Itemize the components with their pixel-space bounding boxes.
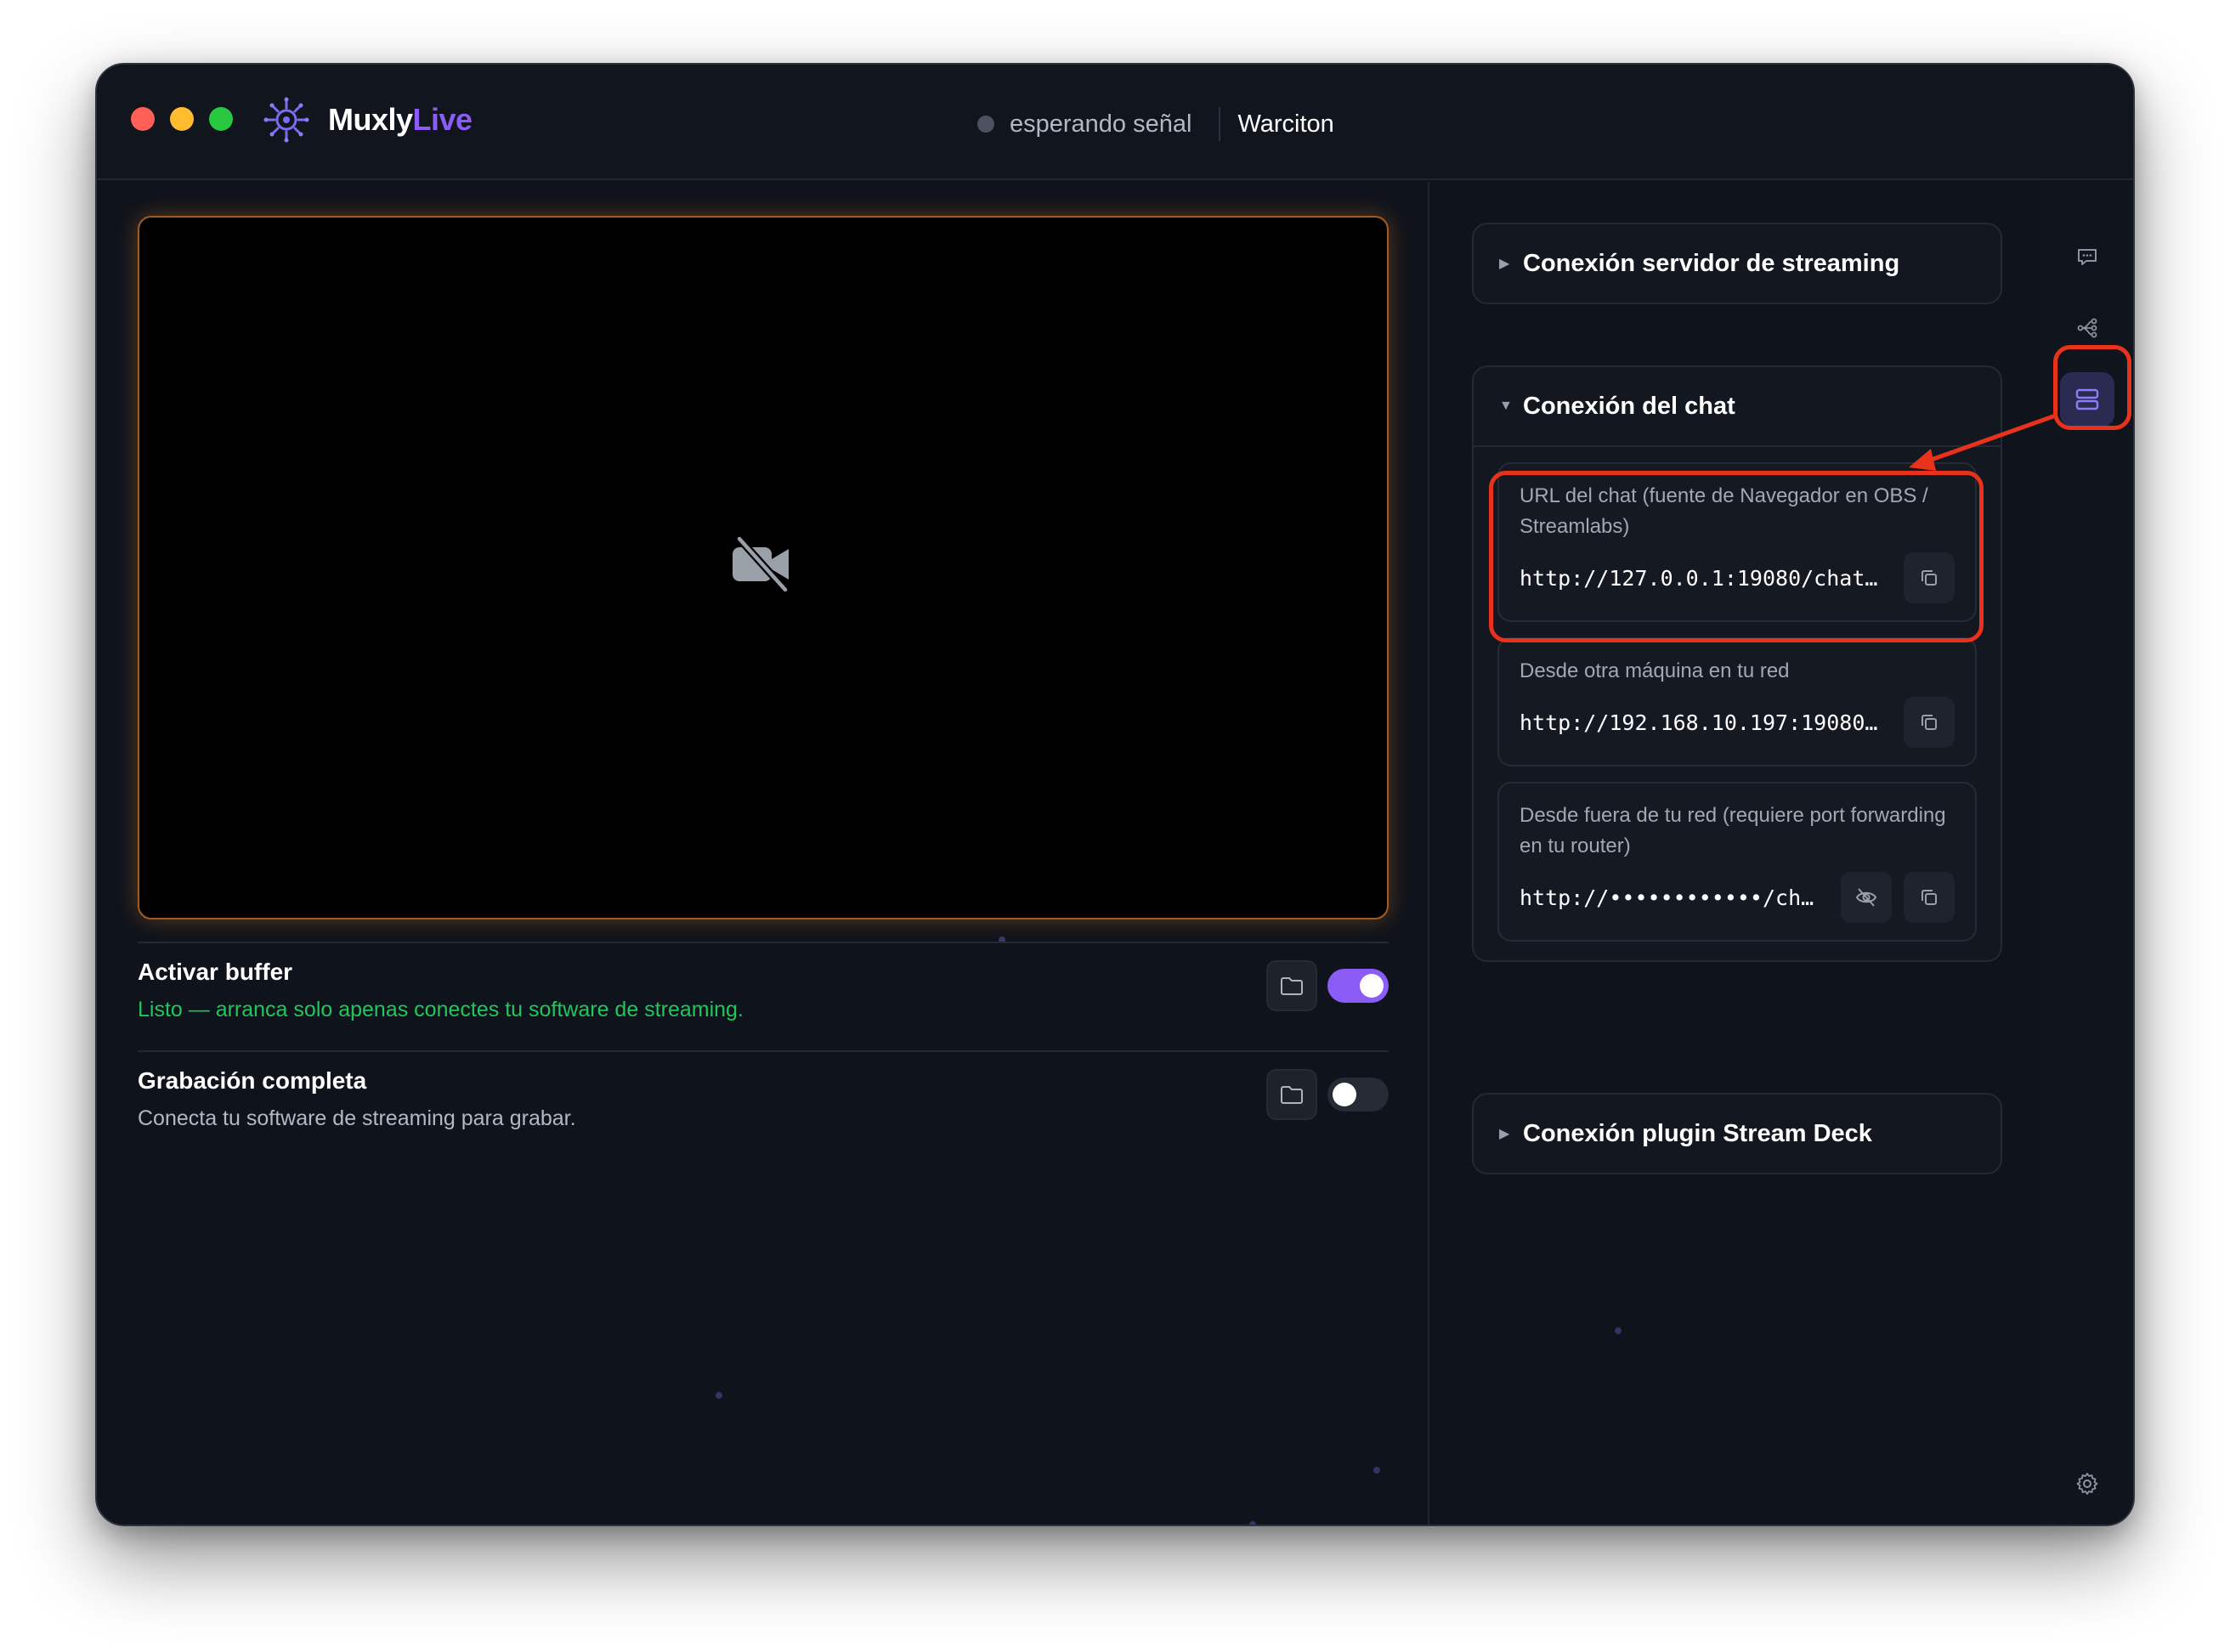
buffer-title: Activar buffer: [138, 959, 293, 985]
chat-url-external: Desde fuera de tu red (requiere port for…: [1497, 782, 1977, 942]
copy-url-button[interactable]: [1904, 697, 1955, 748]
url-label: URL del chat (fuente de Navegador en OBS…: [1520, 484, 1928, 538]
chat-header[interactable]: ▼ Conexión del chat: [1474, 367, 2001, 445]
settings-rail-button[interactable]: [2060, 1457, 2114, 1511]
server-icon: [2075, 388, 2099, 410]
chat-url-lan: Desde otra máquina en tu red http://192.…: [1497, 637, 1977, 767]
streaming-server-title: Conexión servidor de streaming: [1523, 249, 1900, 277]
recording-folder-button[interactable]: [1266, 1069, 1317, 1120]
connection-status: esperando señal Warciton: [977, 107, 1334, 141]
copy-url-button[interactable]: [1904, 872, 1955, 923]
connections-panel: ▶ Conexión servidor de streaming ▼ Conex…: [1431, 182, 2040, 1525]
stream-deck-title: Conexión plugin Stream Deck: [1523, 1119, 1872, 1147]
maximize-window-button[interactable]: [209, 107, 233, 131]
streaming-server-header[interactable]: ▶ Conexión servidor de streaming: [1474, 224, 2001, 303]
video-preview: [138, 216, 1389, 919]
caret-right-icon: ▶: [1499, 1127, 1510, 1141]
background-particle: [716, 1392, 722, 1399]
side-rail: [2040, 182, 2133, 1525]
chat-bubble-icon: [2078, 249, 2097, 265]
folder-icon: [1281, 1086, 1303, 1104]
copy-icon: [1922, 715, 1937, 730]
buffer-status: Listo — arranca solo apenas conectes tu …: [138, 998, 744, 1021]
url-label: Desde otra máquina en tu red: [1520, 659, 1790, 682]
reveal-url-button[interactable]: [1841, 872, 1892, 923]
title-bar: MuxlyLive esperando señal Warciton: [97, 65, 2133, 180]
url-label: Desde fuera de tu red (requiere port for…: [1520, 804, 1946, 857]
chat-url-local: URL del chat (fuente de Navegador en OBS…: [1497, 462, 1977, 622]
status-indicator-dot: [977, 116, 994, 133]
streaming-server-section: ▶ Conexión servidor de streaming: [1472, 223, 2002, 304]
chat-section: ▼ Conexión del chat URL del chat (fuente…: [1472, 365, 2002, 962]
folder-icon: [1281, 977, 1303, 995]
connections-rail-button[interactable]: [2060, 372, 2114, 427]
recording-title: Grabación completa: [138, 1067, 367, 1094]
status-text: esperando señal: [1010, 110, 1192, 138]
copy-url-button[interactable]: [1904, 552, 1955, 603]
background-particle: [1249, 1521, 1256, 1525]
background-particle: [1373, 1467, 1380, 1474]
flow-icon: [2077, 318, 2097, 338]
buffer-toggle[interactable]: [1327, 969, 1389, 1003]
app-brand: MuxlyLive: [328, 102, 473, 138]
gear-icon: [2076, 1473, 2098, 1495]
divider: [138, 1050, 1389, 1052]
recording-toggle[interactable]: [1327, 1078, 1389, 1112]
app-window: MuxlyLive esperando señal Warciton Activ…: [95, 63, 2135, 1526]
recording-row: Grabación completa Conecta tu software d…: [138, 1057, 1389, 1163]
url-value[interactable]: http://192.168.10.197:19080…: [1520, 710, 1892, 735]
copy-icon: [1922, 570, 1937, 586]
stream-deck-section: ▶ Conexión plugin Stream Deck: [1472, 1093, 2002, 1174]
channel-name: Warciton: [1237, 110, 1334, 138]
copy-icon: [1922, 890, 1937, 905]
toggle-knob: [1360, 974, 1384, 998]
minimize-window-button[interactable]: [170, 107, 194, 131]
brand-accent: Live: [412, 102, 473, 137]
muxly-logo-icon: [263, 97, 309, 143]
url-value[interactable]: http://127.0.0.1:19080/chat…: [1520, 566, 1892, 591]
buffer-row: Activar buffer Listo — arranca solo apen…: [138, 948, 1389, 1054]
flow-rail-button[interactable]: [2060, 301, 2114, 355]
caret-right-icon: ▶: [1499, 257, 1510, 271]
divider: [138, 942, 1389, 943]
close-window-button[interactable]: [131, 107, 155, 131]
toggle-knob: [1333, 1083, 1356, 1106]
background-particle: [1615, 1327, 1622, 1334]
buffer-folder-button[interactable]: [1266, 960, 1317, 1011]
chat-rail-button[interactable]: [2060, 229, 2114, 284]
chat-title: Conexión del chat: [1523, 392, 1735, 420]
recording-status: Conecta tu software de streaming para gr…: [138, 1106, 576, 1130]
status-separator: [1219, 107, 1221, 141]
brand-primary: Muxly: [328, 102, 413, 137]
eye-off-icon: [1855, 888, 1877, 907]
main-panel: Activar buffer Listo — arranca solo apen…: [97, 182, 1429, 1525]
caret-down-icon: ▼: [1499, 399, 1513, 413]
stream-deck-header[interactable]: ▶ Conexión plugin Stream Deck: [1474, 1095, 2001, 1173]
chat-urls: URL del chat (fuente de Navegador en OBS…: [1474, 445, 2001, 960]
video-off-icon: [733, 535, 790, 594]
url-value[interactable]: http://••••••••••••/ch…: [1520, 885, 1829, 910]
